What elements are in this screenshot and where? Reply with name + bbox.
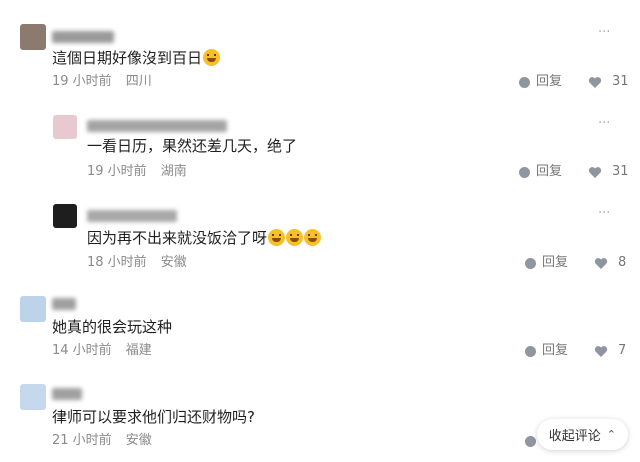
comment-text-content: 律师可以要求他们归还财物吗? bbox=[52, 408, 255, 426]
more-dots-icon[interactable]: ··· bbox=[598, 26, 610, 39]
reply-label: 回复 bbox=[542, 255, 569, 270]
chevron-up-icon: ⌃ bbox=[606, 428, 616, 441]
reply-label: 回复 bbox=[542, 343, 569, 358]
more-dots-icon[interactable]: ··· bbox=[598, 117, 610, 130]
comment-text-content: 一看日历，果然还差几天，绝了 bbox=[87, 137, 298, 155]
reply-icon bbox=[525, 345, 536, 357]
reply-icon bbox=[525, 435, 536, 447]
like-button[interactable]: 31 bbox=[588, 163, 629, 181]
heart-icon bbox=[588, 166, 602, 178]
comment-text: 因为再不出来就没饭洽了呀 bbox=[87, 228, 322, 248]
comment-meta: 19 小时前 湖南 bbox=[87, 163, 187, 181]
collapse-comments-button[interactable]: 收起评论 ⌃ bbox=[536, 419, 628, 450]
comment-location: 福建 bbox=[125, 343, 152, 358]
reply-label: 回复 bbox=[536, 164, 563, 179]
like-button[interactable]: 8 bbox=[594, 254, 626, 272]
comment-text: 律师可以要求他们归还财物吗? bbox=[52, 407, 255, 427]
reply-label: 回复 bbox=[536, 74, 563, 89]
reply-button[interactable]: 回复 bbox=[525, 342, 568, 360]
comment-time: 19 小时前 bbox=[52, 74, 112, 89]
avatar[interactable] bbox=[20, 24, 46, 50]
comment-meta: 19 小时前 四川 bbox=[52, 73, 152, 91]
comment-time: 18 小时前 bbox=[87, 255, 147, 270]
avatar[interactable] bbox=[20, 296, 46, 322]
reply-icon bbox=[519, 166, 530, 178]
comment-item: ··· 這個日期好像沒到百日 19 小时前 四川 回复 31 bbox=[0, 0, 640, 100]
reply-icon bbox=[525, 257, 536, 269]
username-blurred[interactable] bbox=[52, 298, 76, 310]
username-blurred[interactable] bbox=[52, 388, 82, 400]
reply-button[interactable]: 回复 bbox=[519, 163, 562, 181]
comment-location: 湖南 bbox=[160, 164, 187, 179]
comment-actions: 回复 7 bbox=[525, 342, 626, 360]
like-count: 7 bbox=[618, 343, 627, 358]
avatar[interactable] bbox=[20, 384, 46, 410]
heart-icon bbox=[594, 345, 608, 357]
comment-text-content: 她真的很会玩这种 bbox=[52, 318, 173, 336]
comment-location: 安徽 bbox=[160, 255, 187, 270]
reply-button[interactable]: 回复 bbox=[519, 73, 562, 91]
rolling-laughing-face-icon bbox=[304, 229, 322, 246]
comment-item: ··· 一看日历，果然还差几天，绝了 19 小时前 湖南 回复 31 bbox=[0, 100, 640, 192]
username-blurred[interactable] bbox=[87, 210, 177, 222]
comment-item: ··· 因为再不出来就没饭洽了呀 18 小时前 安徽 回复 8 bbox=[0, 192, 640, 284]
comment-text-content: 這個日期好像沒到百日 bbox=[52, 49, 203, 67]
rolling-laughing-face-icon bbox=[286, 229, 304, 246]
heart-icon bbox=[594, 257, 608, 269]
comment-location: 四川 bbox=[125, 74, 152, 89]
avatar[interactable] bbox=[53, 115, 77, 139]
comment-time: 19 小时前 bbox=[87, 164, 147, 179]
comment-text: 她真的很会玩这种 bbox=[52, 317, 172, 337]
username-blurred[interactable] bbox=[87, 120, 227, 132]
thinking-face-icon bbox=[203, 49, 221, 66]
comment-meta: 21 小时前 安徽 bbox=[52, 432, 152, 450]
avatar[interactable] bbox=[53, 204, 77, 228]
like-count: 31 bbox=[612, 74, 629, 89]
like-count: 8 bbox=[618, 255, 627, 270]
like-button[interactable]: 31 bbox=[588, 73, 629, 91]
like-button[interactable]: 7 bbox=[594, 342, 626, 360]
comment-meta: 18 小时前 安徽 bbox=[87, 254, 187, 272]
comment-time: 21 小时前 bbox=[52, 433, 112, 448]
comment-location: 安徽 bbox=[125, 433, 152, 448]
heart-icon bbox=[588, 76, 602, 88]
comment-text-content: 因为再不出来就没饭洽了呀 bbox=[87, 229, 268, 247]
comment-item: 她真的很会玩这种 14 小时前 福建 回复 7 bbox=[0, 284, 640, 372]
more-dots-icon[interactable]: ··· bbox=[598, 207, 610, 220]
reply-button[interactable]: 回复 bbox=[525, 254, 568, 272]
rolling-laughing-face-icon bbox=[268, 229, 286, 246]
comment-actions: 回复 31 bbox=[519, 163, 629, 181]
comment-meta: 14 小时前 福建 bbox=[52, 342, 152, 360]
comment-item: 律师可以要求他们归还财物吗? 21 小时前安徽 回复 bbox=[0, 372, 640, 462]
comment-actions: 回复 31 bbox=[519, 73, 629, 91]
username-blurred[interactable] bbox=[52, 31, 114, 43]
like-count: 31 bbox=[612, 164, 629, 179]
reply-icon bbox=[519, 76, 530, 88]
comment-text: 一看日历，果然还差几天，绝了 bbox=[87, 136, 297, 156]
comment-text: 這個日期好像沒到百日 bbox=[52, 48, 221, 68]
collapse-comments-label: 收起评论 bbox=[548, 429, 601, 444]
comment-time: 14 小时前 bbox=[52, 343, 112, 358]
comment-actions: 回复 8 bbox=[525, 254, 626, 272]
